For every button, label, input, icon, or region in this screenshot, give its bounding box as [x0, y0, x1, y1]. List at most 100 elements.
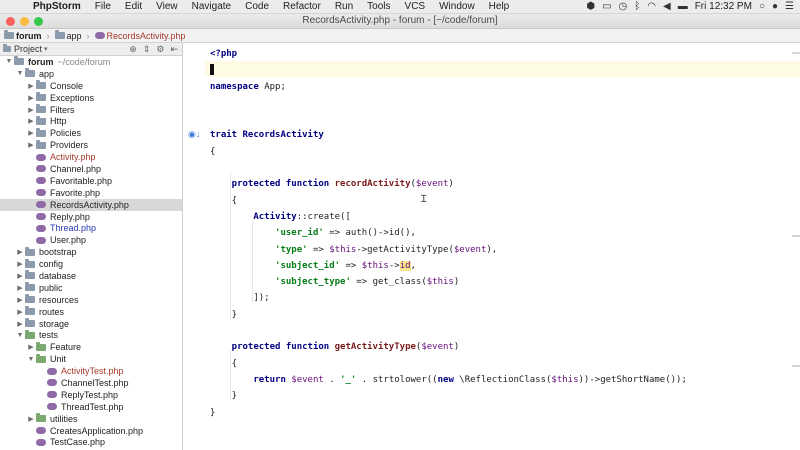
code-editor[interactable]: ◉↓ <?php namespace App; trait RecordsAct…	[183, 43, 800, 450]
tree-file-item[interactable]: Reply.php	[0, 211, 182, 223]
expand-arrow-right-icon[interactable]: ▶	[26, 141, 36, 149]
expand-arrow-down-icon[interactable]: ▼	[15, 70, 25, 77]
tree-file-item[interactable]: ReplyTest.php	[0, 389, 182, 401]
tree-file-item[interactable]: Channel.php	[0, 163, 182, 175]
expand-arrow-right-icon[interactable]: ▶	[15, 284, 25, 292]
code-line[interactable]	[210, 323, 687, 339]
expand-arrow-down-icon[interactable]: ▼	[26, 356, 36, 363]
chevron-down-icon[interactable]: ▾	[44, 45, 48, 53]
code-line[interactable]: 'user_id' => auth()->id(),	[210, 225, 687, 241]
code-line[interactable]: {	[210, 356, 687, 372]
breadcrumb-item-file[interactable]: RecordsActivity.php	[94, 31, 185, 41]
tree-folder-item[interactable]: ▶ config	[0, 258, 182, 270]
tree-file-item[interactable]: ActivityTest.php	[0, 365, 182, 377]
display-icon[interactable]: ▭	[602, 1, 611, 12]
expand-arrow-right-icon[interactable]: ▶	[26, 117, 36, 125]
code-line[interactable]: 'subject_type' => get_class($this)	[210, 274, 687, 290]
code-line[interactable]: }	[210, 307, 687, 323]
tree-file-item[interactable]: TestCase.php	[0, 437, 182, 449]
code-line[interactable]	[210, 95, 687, 111]
error-stripe-marker[interactable]	[792, 365, 800, 367]
menu-view[interactable]: View	[149, 1, 185, 12]
expand-arrow-right-icon[interactable]: ▶	[15, 296, 25, 304]
expand-arrow-right-icon[interactable]: ▶	[15, 308, 25, 316]
volume-icon[interactable]: ◀	[663, 1, 671, 12]
tree-file-item[interactable]: ChannelTest.php	[0, 377, 182, 389]
status-app-icon[interactable]: ⬢	[586, 1, 595, 12]
battery-icon[interactable]: ▬	[678, 1, 688, 12]
menu-app-name[interactable]: PhpStorm	[26, 1, 88, 12]
code-line[interactable]	[210, 111, 687, 127]
tree-folder-item[interactable]: ▼ forum ~/code/forum	[0, 56, 182, 68]
expand-arrow-right-icon[interactable]: ▶	[15, 320, 25, 328]
bluetooth-icon[interactable]: ᛒ	[634, 1, 640, 12]
code-line[interactable]: <?php	[210, 46, 687, 62]
code-line[interactable]: {	[210, 144, 687, 160]
menu-vcs[interactable]: VCS	[398, 1, 433, 12]
code-line[interactable]: trait RecordsActivity	[210, 127, 687, 143]
tree-file-item[interactable]: Favoritable.php	[0, 175, 182, 187]
tree-folder-item[interactable]: ▼ tests	[0, 329, 182, 341]
tree-folder-item[interactable]: ▶ Feature	[0, 341, 182, 353]
time-machine-icon[interactable]: ◷	[619, 1, 628, 12]
tree-folder-item[interactable]: ▼ Unit	[0, 353, 182, 365]
tree-folder-item[interactable]: ▶ Policies	[0, 127, 182, 139]
tree-folder-item[interactable]: ▶ Console	[0, 80, 182, 92]
tree-folder-item[interactable]: ▶ storage	[0, 318, 182, 330]
menu-run[interactable]: Run	[328, 1, 360, 12]
code-line[interactable]: protected function recordActivity($event…	[210, 176, 687, 192]
code-line[interactable]: Activity::create([	[210, 209, 687, 225]
expand-arrow-down-icon[interactable]: ▼	[15, 332, 25, 339]
code-line[interactable]: {	[210, 193, 687, 209]
tree-file-item[interactable]: CreatesApplication.php	[0, 425, 182, 437]
code-line[interactable]: 'type' => $this->getActivityType($event)…	[210, 242, 687, 258]
menu-refactor[interactable]: Refactor	[276, 1, 328, 12]
clock[interactable]: Fri 12:32 PM	[695, 1, 752, 12]
tree-folder-item[interactable]: ▶ Providers	[0, 139, 182, 151]
tree-folder-item[interactable]: ▶ database	[0, 270, 182, 282]
expand-arrow-right-icon[interactable]: ▶	[26, 94, 36, 102]
expand-arrow-right-icon[interactable]: ▶	[26, 129, 36, 137]
expand-arrow-right-icon[interactable]: ▶	[15, 260, 25, 268]
wifi-icon[interactable]: ◠	[647, 1, 656, 12]
tree-file-item[interactable]: RecordsActivity.php	[0, 198, 182, 211]
tree-folder-item[interactable]: ▶ bootstrap	[0, 246, 182, 258]
tree-folder-item[interactable]: ▶ utilities	[0, 413, 182, 425]
menu-tools[interactable]: Tools	[360, 1, 397, 12]
code-line[interactable]: ]);	[210, 290, 687, 306]
tree-folder-item[interactable]: ▶ resources	[0, 294, 182, 306]
expand-arrow-right-icon[interactable]: ▶	[15, 272, 25, 280]
user-icon[interactable]: ●	[772, 1, 778, 12]
notification-center-icon[interactable]: ☰	[785, 1, 794, 12]
breadcrumb-item-forum[interactable]: forum ›	[4, 30, 55, 41]
tree-file-item[interactable]: Thread.php	[0, 222, 182, 234]
hide-panel-icon[interactable]: ⇤	[170, 44, 178, 55]
tree-file-item[interactable]: User.php	[0, 234, 182, 246]
project-view-selector[interactable]: Project	[14, 44, 42, 54]
expand-arrow-down-icon[interactable]: ▼	[4, 58, 14, 65]
tree-folder-item[interactable]: ▶ routes	[0, 306, 182, 318]
error-stripe-marker[interactable]	[792, 235, 800, 237]
menu-window[interactable]: Window	[432, 1, 482, 12]
tree-folder-item[interactable]: ▼ app	[0, 68, 182, 80]
error-stripe-marker[interactable]	[792, 52, 800, 54]
code-content[interactable]: <?php namespace App; trait RecordsActivi…	[210, 46, 687, 421]
implementation-gutter-icon[interactable]: ◉↓	[188, 129, 200, 139]
menu-code[interactable]: Code	[238, 1, 276, 12]
tree-file-item[interactable]: ThreadTest.php	[0, 401, 182, 413]
menu-help[interactable]: Help	[482, 1, 517, 12]
code-line[interactable]: protected function getActivityType($even…	[210, 339, 687, 355]
tree-file-item[interactable]: Favorite.php	[0, 187, 182, 199]
expand-arrow-right-icon[interactable]: ▶	[15, 248, 25, 256]
menu-file[interactable]: File	[88, 1, 118, 12]
scroll-from-source-icon[interactable]: ⊕	[129, 44, 137, 55]
code-line[interactable]: 'subject_id' => $this->id,	[210, 258, 687, 274]
code-line[interactable]: return $event . '_' . strtolower((new \R…	[210, 372, 687, 388]
expand-arrow-right-icon[interactable]: ▶	[26, 82, 36, 90]
tree-folder-item[interactable]: ▶ Exceptions	[0, 92, 182, 104]
search-icon[interactable]: ○	[759, 1, 765, 12]
code-line[interactable]	[210, 62, 687, 78]
tree-folder-item[interactable]: ▶ public	[0, 282, 182, 294]
collapse-all-icon[interactable]: ⇕	[143, 44, 151, 55]
code-line[interactable]: }	[210, 405, 687, 421]
